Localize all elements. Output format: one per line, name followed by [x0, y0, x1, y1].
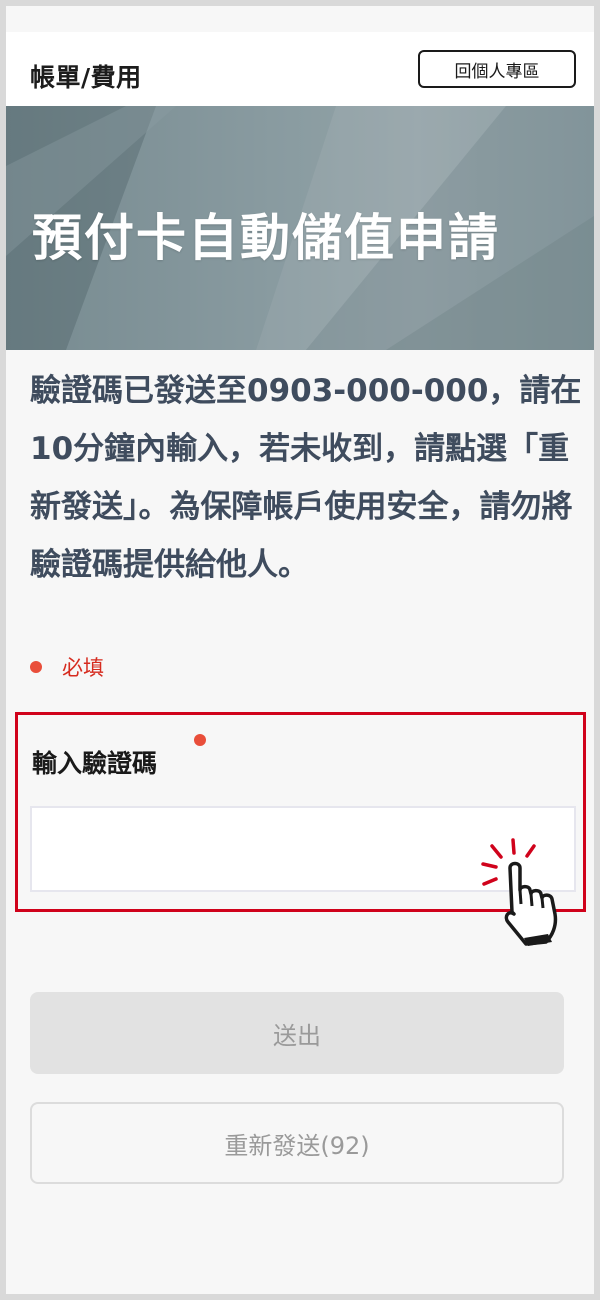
tap-hand-icon [481, 838, 558, 946]
verification-notice: 驗證碼已發送至0903-000-000，請在10分鐘內輸入，若未收到，請點選「重… [30, 373, 582, 583]
submit-button[interactable]: 送出 [30, 992, 564, 1074]
required-legend: 必填 [30, 652, 104, 682]
top-bar: 帳單/費用 回個人專區 [6, 32, 594, 106]
back-to-account-button[interactable]: 回個人專區 [418, 50, 576, 88]
required-legend-label: 必填 [62, 656, 104, 680]
banner-title: 預付卡自動儲值申請 [32, 209, 500, 267]
hero-banner: 預付卡自動儲值申請 [6, 106, 594, 350]
required-dot-icon [30, 661, 42, 673]
page-title: 帳單/費用 [30, 63, 142, 92]
resend-button[interactable]: 重新發送(92) [30, 1102, 564, 1184]
required-dot-icon [194, 734, 206, 746]
code-field-label: 輸入驗證碼 [32, 749, 158, 778]
app-screen: 帳單/費用 回個人專區 預付卡自動儲值申請 驗證碼已發送至0903-000-00… [6, 6, 594, 1294]
